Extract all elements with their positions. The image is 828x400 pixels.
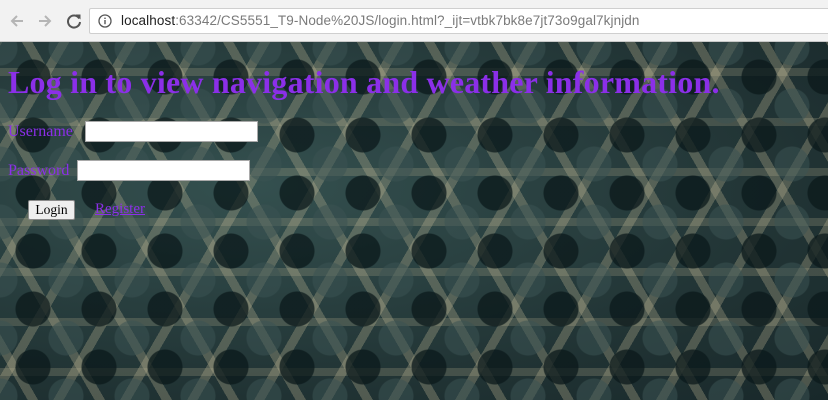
url-host: localhost [121, 13, 176, 28]
url-path: :63342/CS5551_T9-Node%20JS/login.html?_i… [175, 13, 640, 28]
password-input[interactable] [77, 160, 250, 181]
page-title: Log in to view navigation and weather in… [8, 64, 720, 100]
info-icon[interactable] [98, 14, 112, 28]
username-input[interactable] [85, 121, 258, 142]
arrow-left-icon [10, 15, 23, 27]
arrow-right-icon [39, 15, 52, 27]
address-bar-url: localhost:63342/CS5551_T9-Node%20JS/logi… [121, 13, 640, 28]
reload-button[interactable] [63, 10, 85, 32]
login-button[interactable]: Login [28, 200, 75, 220]
browser-toolbar: localhost:63342/CS5551_T9-Node%20JS/logi… [0, 0, 828, 42]
page-content: Log in to view navigation and weather in… [0, 42, 828, 400]
password-label: Password [8, 162, 70, 179]
reload-icon [67, 14, 81, 29]
register-link[interactable]: Register [95, 201, 145, 218]
forward-button[interactable] [34, 10, 56, 32]
back-button[interactable] [6, 10, 28, 32]
address-bar[interactable]: localhost:63342/CS5551_T9-Node%20JS/logi… [89, 8, 828, 34]
username-label: Username [8, 123, 73, 140]
